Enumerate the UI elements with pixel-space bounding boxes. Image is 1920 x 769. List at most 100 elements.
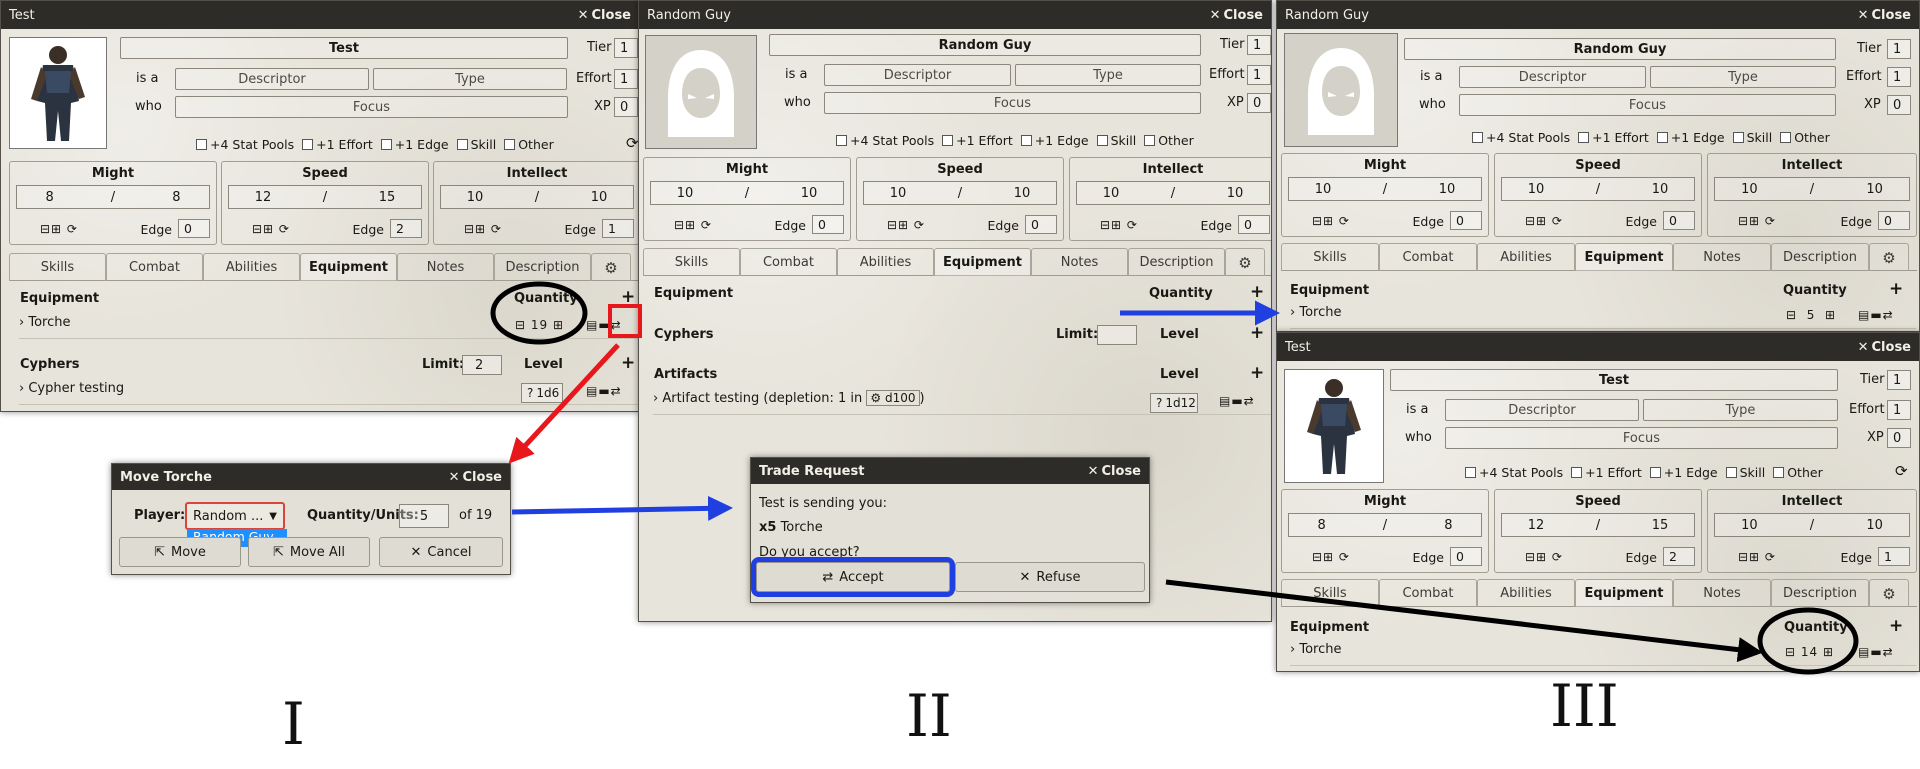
type-field[interactable]: Type: [1650, 66, 1836, 88]
pool-controls[interactable]: ⊟⊞ ⟳: [1525, 550, 1563, 564]
edge-field[interactable]: 0: [1450, 547, 1482, 566]
pool-controls[interactable]: ⊟⊞ ⟳: [887, 218, 925, 232]
type-field[interactable]: Type: [1015, 64, 1201, 86]
move-button[interactable]: ⇱ Move: [119, 537, 241, 567]
item-quantity-controls[interactable]: ⊟ 5 ⊞: [1786, 308, 1836, 322]
item-quantity-controls[interactable]: ⊟ 19 ⊞: [515, 318, 564, 332]
chevron-right-icon[interactable]: ›: [1290, 305, 1295, 320]
pool-values[interactable]: 10/10: [1288, 177, 1482, 201]
character-name-field[interactable]: Random Guy: [1404, 38, 1836, 60]
pool-values[interactable]: 10/10: [1501, 177, 1695, 201]
pool-controls[interactable]: ⊟⊞ ⟳: [1738, 550, 1776, 564]
pool-values[interactable]: 8/8: [1288, 513, 1482, 537]
tab-description[interactable]: Description: [1771, 579, 1869, 607]
type-field[interactable]: Type: [1643, 399, 1838, 421]
depletion-die-field[interactable]: ⚙ d100: [866, 390, 920, 406]
edge-field[interactable]: 0: [1238, 215, 1270, 234]
refuse-button[interactable]: ✕ Refuse: [955, 562, 1145, 592]
player-select[interactable]: Random ... ▼: [185, 502, 285, 530]
edge-field[interactable]: 1: [1878, 547, 1910, 566]
add-equipment-plus-icon[interactable]: +: [621, 287, 635, 307]
edge-field[interactable]: 1: [602, 219, 634, 238]
pool-controls[interactable]: ⊟⊞ ⟳: [1312, 214, 1350, 228]
tab-equipment[interactable]: Equipment: [1575, 579, 1673, 607]
tab-abilities[interactable]: Abilities: [1477, 243, 1575, 271]
item-quantity-controls[interactable]: ⊟ 14 ⊞: [1785, 645, 1834, 659]
close-button[interactable]: ✕ Close: [578, 8, 631, 23]
tab-skills[interactable]: Skills: [1281, 579, 1379, 607]
close-button[interactable]: ✕ Close: [1210, 8, 1263, 23]
refresh-icon[interactable]: ⟳: [626, 134, 639, 152]
move-all-button[interactable]: ⇱ Move All: [248, 537, 370, 567]
edge-field[interactable]: 0: [1663, 211, 1695, 230]
focus-field[interactable]: Focus: [824, 92, 1201, 114]
gear-icon[interactable]: ⚙: [1869, 579, 1909, 607]
cancel-button[interactable]: ✕ Cancel: [379, 537, 503, 567]
tab-skills[interactable]: Skills: [643, 248, 740, 276]
character-name-field[interactable]: Random Guy: [769, 34, 1201, 56]
descriptor-field[interactable]: Descriptor: [1459, 66, 1646, 88]
skill-checkbox[interactable]: Skill: [1096, 133, 1136, 148]
close-button[interactable]: ✕ Close: [1858, 340, 1911, 355]
edge-field[interactable]: 2: [1663, 547, 1695, 566]
add-cypher-plus-icon[interactable]: +: [621, 353, 635, 373]
pool-controls[interactable]: ⊟⊞ ⟳: [1312, 550, 1350, 564]
stat-pools-checkbox[interactable]: +4 Stat Pools: [1472, 130, 1570, 145]
tab-notes[interactable]: Notes: [1673, 579, 1771, 607]
pool-values[interactable]: 10/10: [440, 185, 634, 209]
tab-notes[interactable]: Notes: [397, 253, 494, 281]
add-equipment-plus-icon[interactable]: +: [1889, 616, 1903, 636]
gear-icon[interactable]: ⚙: [1225, 248, 1265, 276]
character-portrait[interactable]: [1284, 369, 1384, 483]
effort-field[interactable]: 1: [1887, 67, 1911, 87]
tab-equipment[interactable]: Equipment: [934, 248, 1031, 276]
stat-pools-checkbox[interactable]: +4 Stat Pools: [836, 133, 934, 148]
descriptor-field[interactable]: Descriptor: [1445, 399, 1639, 421]
edge-field[interactable]: 2: [390, 219, 422, 238]
tier-field[interactable]: 1: [1887, 370, 1911, 390]
add-cypher-plus-icon[interactable]: +: [1250, 323, 1264, 343]
pool-controls[interactable]: ⊟⊞ ⟳: [1525, 214, 1563, 228]
xp-field[interactable]: 0: [1887, 95, 1911, 115]
chevron-right-icon[interactable]: ›: [19, 381, 24, 396]
tab-skills[interactable]: Skills: [9, 253, 106, 281]
pool-controls[interactable]: ⊟⊞ ⟳: [252, 222, 290, 236]
limit-field[interactable]: 2: [462, 355, 502, 375]
tier-field[interactable]: 1: [614, 38, 638, 58]
tab-abilities[interactable]: Abilities: [1477, 579, 1575, 607]
limit-field[interactable]: [1097, 325, 1137, 345]
pool-values[interactable]: 12/15: [1501, 513, 1695, 537]
focus-field[interactable]: Focus: [1445, 427, 1838, 449]
tab-description[interactable]: Description: [1128, 248, 1225, 276]
focus-field[interactable]: Focus: [1459, 94, 1836, 116]
effort-field[interactable]: 1: [1887, 400, 1911, 420]
skill-checkbox[interactable]: Skill: [1732, 130, 1772, 145]
edge-field[interactable]: 0: [178, 219, 210, 238]
effort-field[interactable]: 1: [614, 69, 638, 89]
tab-notes[interactable]: Notes: [1031, 248, 1128, 276]
edge-checkbox[interactable]: +1 Edge: [380, 137, 449, 152]
tab-description[interactable]: Description: [1771, 243, 1869, 271]
pool-values[interactable]: 10/10: [1076, 181, 1270, 205]
edge-field[interactable]: 0: [1450, 211, 1482, 230]
other-checkbox[interactable]: Other: [1144, 133, 1194, 148]
item-action-icons[interactable]: ▤▬⇄: [1858, 308, 1894, 322]
gear-icon[interactable]: ⚙: [1869, 243, 1909, 271]
effort-checkbox[interactable]: +1 Effort: [942, 133, 1013, 148]
cypher-action-icons[interactable]: ▤▬⇄: [586, 384, 622, 398]
tab-skills[interactable]: Skills: [1281, 243, 1379, 271]
item-action-icons[interactable]: ▤▬⇄: [1858, 645, 1894, 659]
xp-field[interactable]: 0: [1247, 93, 1271, 113]
tab-combat[interactable]: Combat: [106, 253, 203, 281]
character-name-field[interactable]: Test: [120, 37, 568, 59]
pool-values[interactable]: 8/8: [16, 185, 210, 209]
tab-description[interactable]: Description: [494, 253, 591, 281]
skill-checkbox[interactable]: Skill: [1725, 465, 1765, 480]
pool-values[interactable]: 12/15: [228, 185, 422, 209]
character-name-field[interactable]: Test: [1390, 369, 1838, 391]
edge-checkbox[interactable]: +1 Edge: [1649, 465, 1718, 480]
character-portrait[interactable]: [9, 37, 107, 149]
dialog-titlebar[interactable]: Trade Request ✕ Close: [751, 458, 1149, 484]
pool-values[interactable]: 10/10: [863, 181, 1057, 205]
artifact-level-field[interactable]: ? 1d12: [1150, 393, 1198, 413]
